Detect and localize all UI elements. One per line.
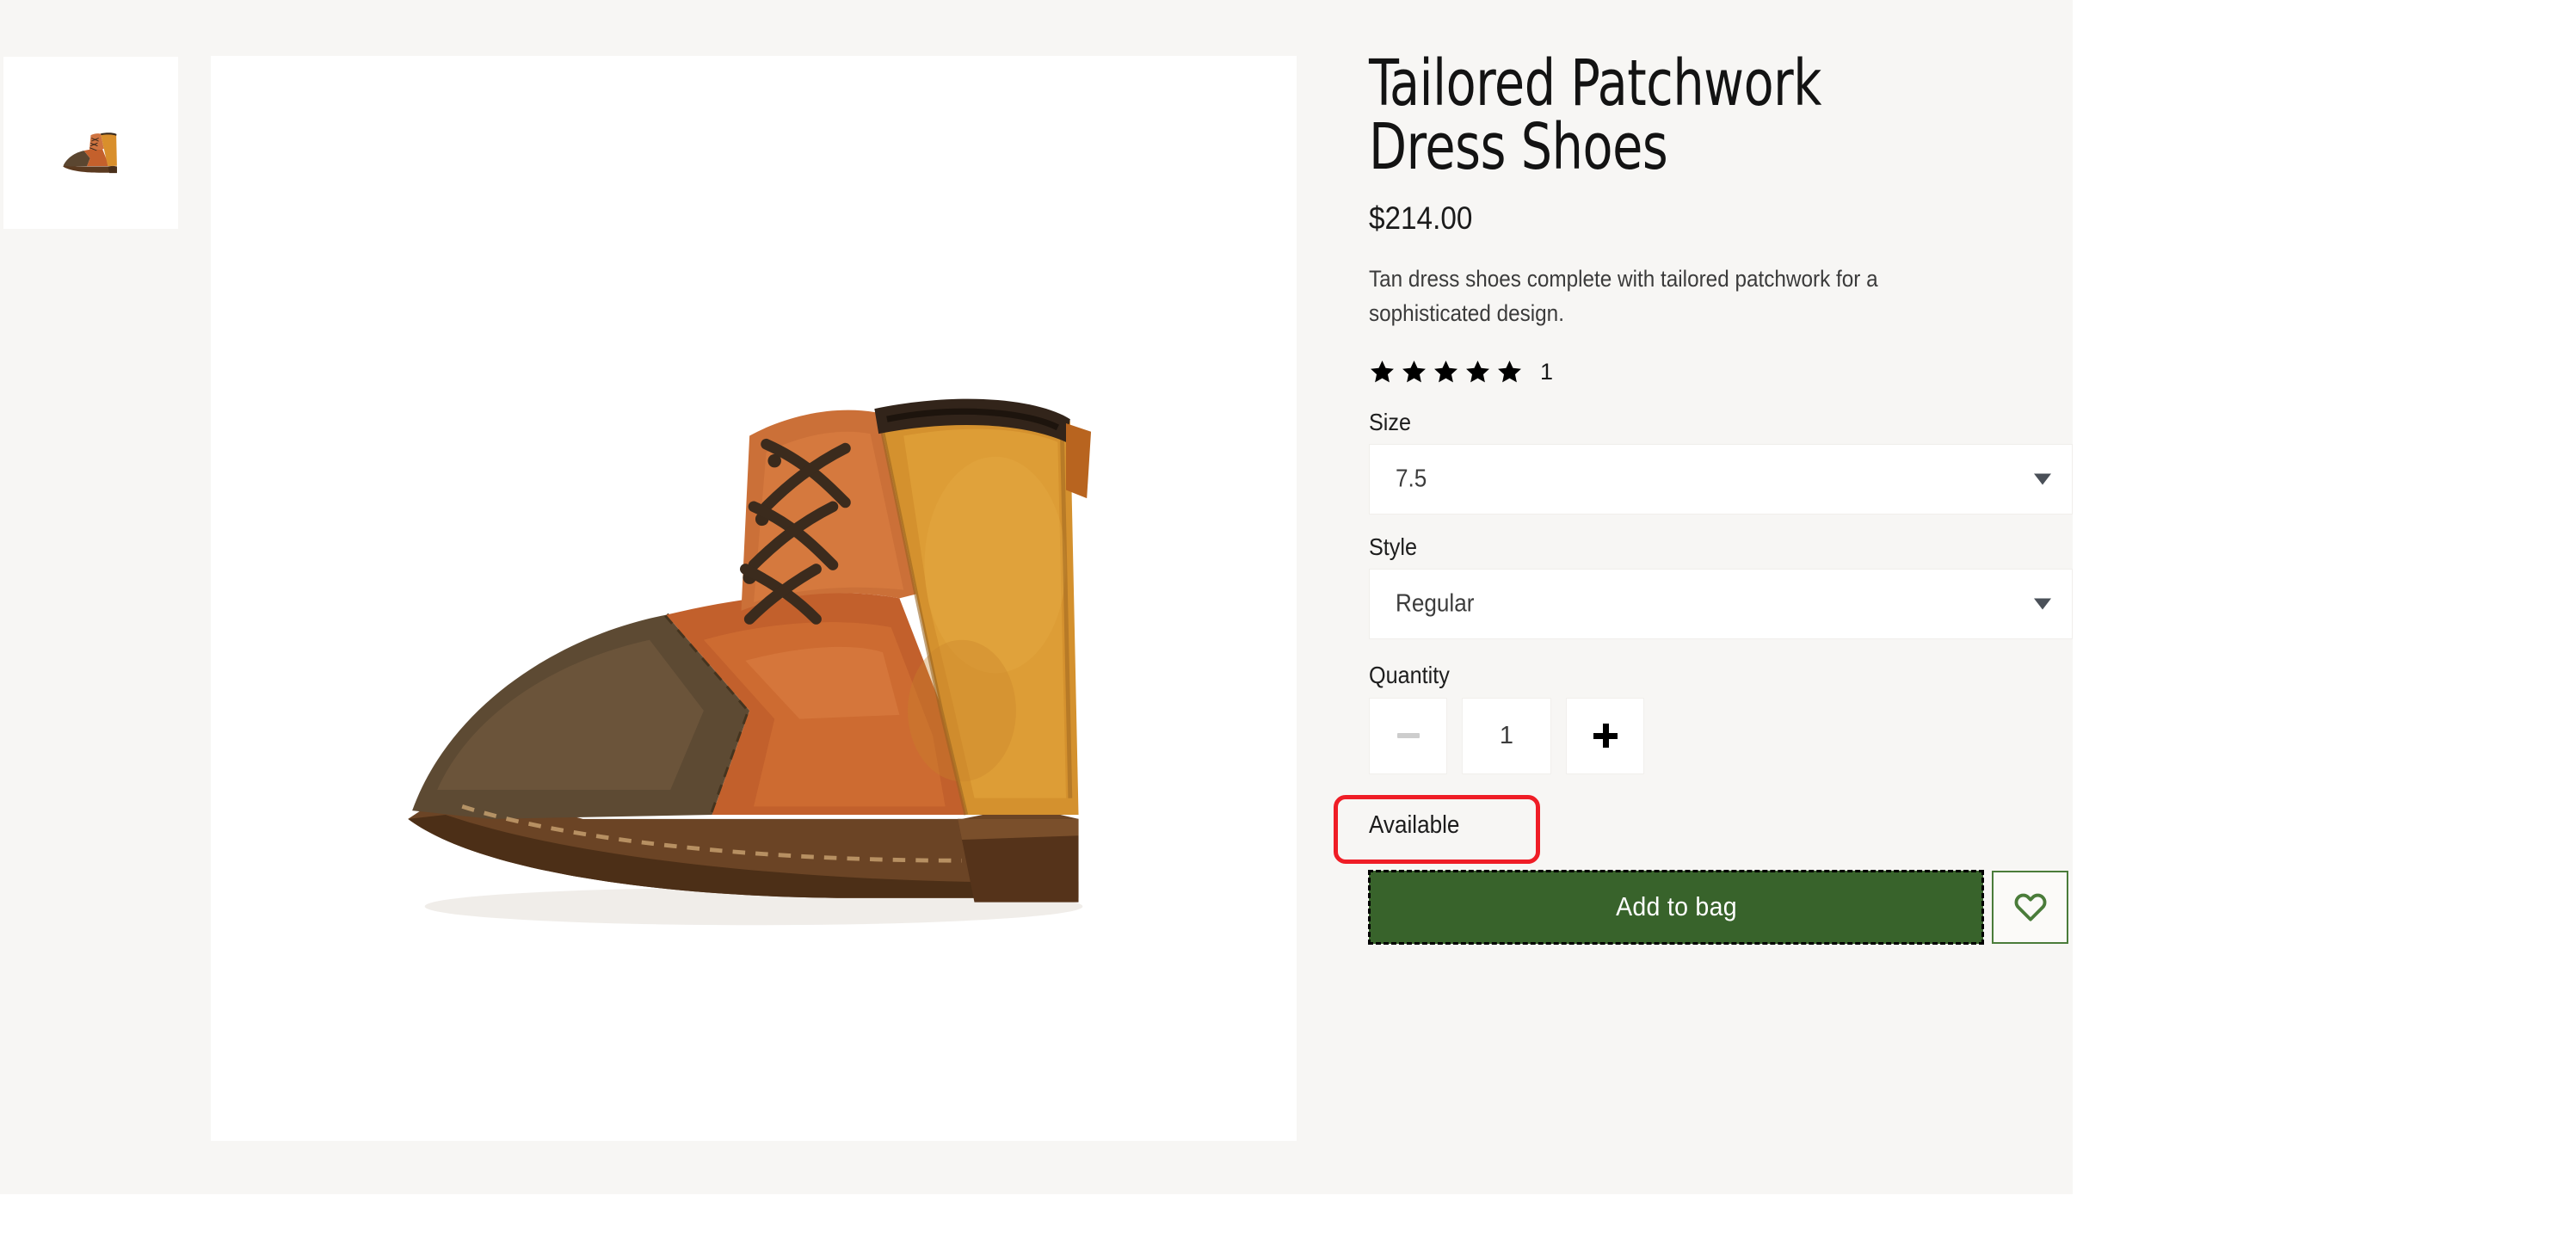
- content-surface: Tailored Patchwork Dress Shoes $214.00 T…: [0, 0, 2073, 1194]
- quantity-label: Quantity: [1369, 661, 1450, 688]
- star-filled-icon: [1369, 359, 1396, 385]
- style-select[interactable]: Regular: [1369, 568, 2073, 639]
- plus-icon: [1593, 724, 1618, 749]
- availability-block: Available: [1334, 794, 1575, 866]
- product-details-column: Tailored Patchwork Dress Shoes $214.00 T…: [1334, 46, 2073, 945]
- style-select-value: Regular: [1396, 589, 1475, 618]
- size-field-block: Size 7.5: [1369, 409, 2073, 515]
- cta-row: Add to bag: [1368, 869, 2073, 945]
- main-product-image-panel[interactable]: [211, 56, 1297, 1141]
- review-count: 1: [1540, 359, 1554, 385]
- add-to-bag-label: Add to bag: [1615, 891, 1737, 922]
- rating-row[interactable]: 1: [1369, 355, 2073, 390]
- star-filled-icon: [1433, 359, 1459, 385]
- add-to-bag-button[interactable]: Add to bag: [1368, 869, 1984, 945]
- minus-icon: [1396, 733, 1420, 739]
- chevron-down-icon: [2034, 598, 2051, 610]
- quantity-input[interactable]: 1: [1462, 697, 1551, 774]
- page-root: Tailored Patchwork Dress Shoes $214.00 T…: [0, 0, 2576, 1257]
- size-label: Size: [1369, 408, 1412, 435]
- style-label: Style: [1369, 533, 1418, 560]
- product-price: $214.00: [1369, 200, 1473, 236]
- size-select[interactable]: 7.5: [1369, 443, 2073, 515]
- star-filled-icon: [1401, 359, 1427, 385]
- quantity-decrement-button[interactable]: [1369, 697, 1447, 774]
- heart-icon: [2012, 889, 2049, 925]
- quantity-increment-button[interactable]: [1566, 697, 1644, 774]
- chevron-down-icon: [2034, 473, 2051, 485]
- thumbnail-rail: [3, 57, 178, 229]
- wishlist-button[interactable]: [1992, 870, 2068, 944]
- status-badge: Available: [1369, 810, 1460, 839]
- product-description: Tan dress shoes complete with tailored p…: [1369, 266, 1878, 326]
- main-product-image: [211, 56, 1297, 1141]
- quantity-field-block: Quantity 1: [1369, 662, 2073, 774]
- quantity-stepper: 1: [1369, 697, 2073, 774]
- style-field-block: Style Regular: [1369, 533, 2073, 639]
- star-filled-icon: [1496, 359, 1523, 385]
- thumbnail-item-0[interactable]: [3, 57, 178, 229]
- page-title: Tailored Patchwork Dress Shoes: [1369, 46, 1821, 184]
- product-thumbnail-image: [4, 57, 177, 229]
- star-filled-icon: [1464, 359, 1491, 385]
- size-select-value: 7.5: [1396, 465, 1427, 493]
